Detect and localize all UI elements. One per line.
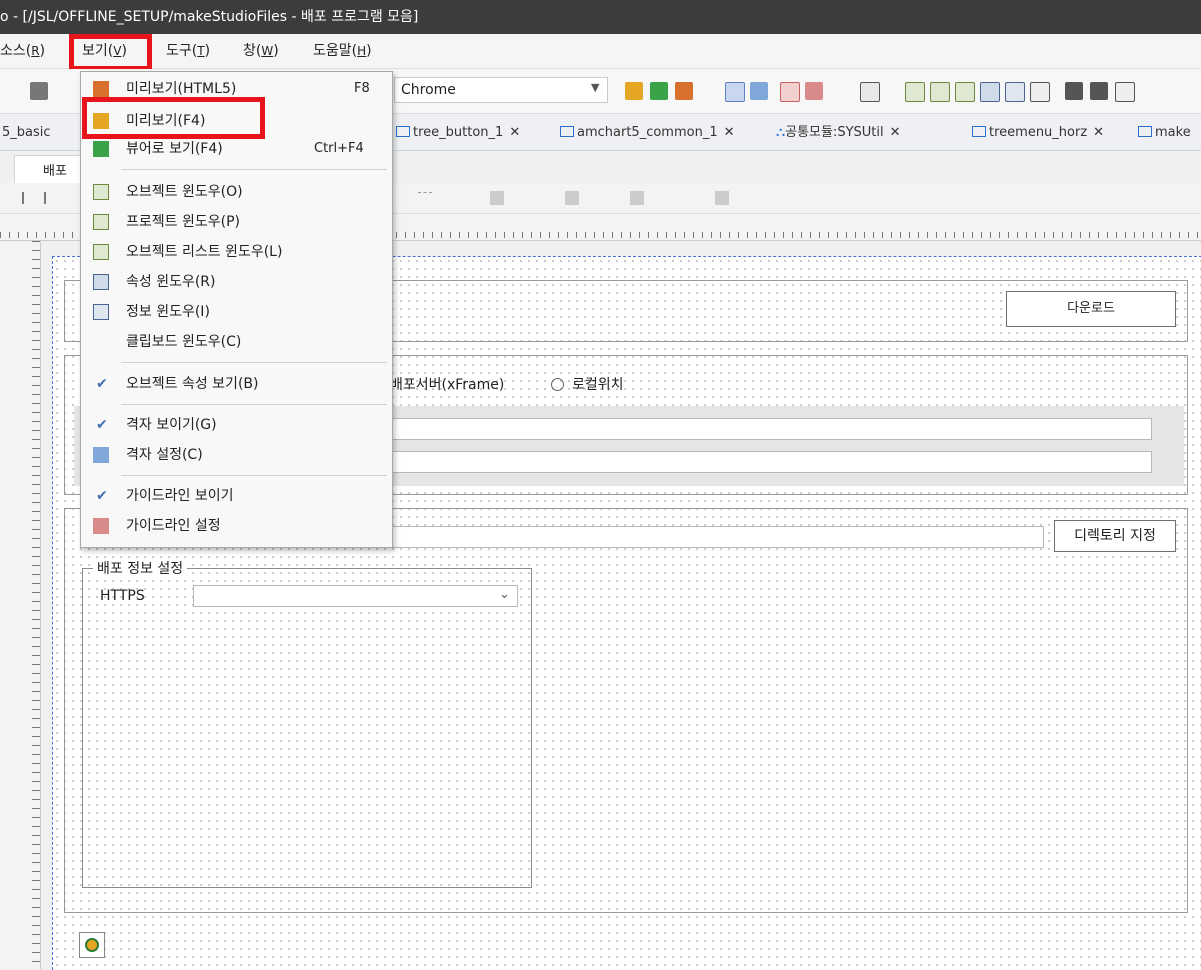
window-title: o - [/JSL/OFFLINE_SETUP/makeStudioFiles … [0,9,419,25]
tab-basic[interactable]: 5_basic [2,122,51,144]
menu-item-show-grid[interactable]: ✔ 격자 보이기(G) [81,410,392,440]
directory-input[interactable] [390,526,1044,548]
menu-separator [121,169,387,170]
grid-setting-icon [93,447,109,463]
tab-sysutil[interactable]: ⛬공통모듈:SYSUtil ✕ [776,122,901,144]
server-path-input[interactable] [390,418,1152,440]
tab-make[interactable]: make [1138,122,1191,144]
chevron-down-icon: ▼ [591,81,600,94]
object-window-icon [93,184,109,200]
subtab-deploy[interactable]: 배포 [14,155,84,184]
clipboard-tool-icon[interactable] [1030,82,1050,102]
check-icon: ✔ [96,376,108,392]
property-window-tool-icon[interactable] [980,82,1000,102]
layout-tool-icon[interactable] [1115,82,1135,102]
menu-bar: 소스(R) 보기(V) 도구(T) 창(W) 도움말(H) [0,34,1201,69]
tab-tree-button[interactable]: tree_button_1 ✕ [396,122,520,144]
menu-item-property-window[interactable]: 속성 윈도우(R) [81,267,392,297]
menu-item-grid-setting[interactable]: 격자 설정(C) [81,440,392,470]
project-window-icon [93,214,109,230]
download-button[interactable]: 다운로드 [1006,291,1176,327]
project-window-tool-icon[interactable] [930,82,950,102]
object-window-tool-icon[interactable] [905,82,925,102]
view-menu-highlight [69,34,152,71]
align-tool-icon[interactable] [1065,82,1083,100]
globe-icon [85,938,99,952]
local-path-input[interactable] [390,451,1152,473]
component-icon[interactable] [79,932,105,958]
window-title-bar: o - [/JSL/OFFLINE_SETUP/makeStudioFiles … [0,0,1201,34]
info-window-icon [93,304,109,320]
chevron-down-icon: ⌄ [499,587,510,602]
guideline-setting-icon [93,518,109,534]
size-icon[interactable] [490,191,504,205]
info-window-tool-icon[interactable] [1005,82,1025,102]
table-icon[interactable] [565,191,579,205]
menu-item-object-list-window[interactable]: 오브젝트 리스트 윈도우(L) [81,237,392,267]
form-icon [560,126,574,137]
form-icon [396,126,410,137]
label-tool-icon[interactable] [860,82,880,102]
grid-setting-tool-icon[interactable] [750,82,768,100]
property-window-icon [93,274,109,290]
guideline-toggle-icon[interactable] [780,82,800,102]
html5-tool-icon[interactable] [675,82,693,100]
distribute-tool-icon[interactable] [1090,82,1108,100]
check-icon: ✔ [96,417,108,433]
close-icon[interactable]: ✕ [1093,125,1104,140]
deploy-info-group [82,568,532,888]
grid-toggle-icon[interactable] [725,82,745,102]
menu-separator [121,475,387,476]
align-left-icon[interactable] [22,192,36,204]
object-list-window-icon [93,244,109,260]
radio-local[interactable] [551,378,564,391]
viewer-play-icon [93,141,109,157]
vertical-ruler [0,241,41,969]
guideline-setting-tool-icon[interactable] [805,82,823,100]
module-icon: ⛬ [776,125,786,140]
https-label: HTTPS [100,588,145,604]
tab-amchart[interactable]: amchart5_common_1 ✕ [560,122,735,144]
close-icon[interactable]: ✕ [890,125,901,140]
menu-separator [121,362,387,363]
menu-item-guideline-setting[interactable]: 가이드라인 설정 [81,511,392,541]
menu-item-clipboard-window[interactable]: 클립보드 윈도우(C) [81,327,392,357]
menu-window[interactable]: 창(W) [243,41,279,61]
menu-source[interactable]: 소스(R) [0,41,45,61]
object-list-tool-icon[interactable] [955,82,975,102]
menu-help[interactable]: 도움말(H) [313,41,372,61]
view-menu-dropdown: 미리보기(HTML5) F8 미리보기(F4) 뷰어로 보기(F4) Ctrl+… [80,71,393,548]
form-icon [1138,126,1152,137]
radio-local-label[interactable]: 로컬위치 [572,374,624,394]
menu-item-show-guideline[interactable]: ✔ 가이드라인 보이기 [81,481,392,511]
menu-item-project-window[interactable]: 프로젝트 윈도우(P) [81,207,392,237]
directory-button[interactable]: 디렉토리 지정 [1054,520,1176,552]
close-icon[interactable]: ✕ [509,125,520,140]
layer-icon[interactable] [715,191,729,205]
https-select[interactable]: ⌄ [193,585,518,607]
check-icon: ✔ [96,488,108,504]
menu-item-object-property-view[interactable]: ✔ 오브젝트 속성 보기(B) [81,369,392,399]
print-icon[interactable] [30,82,48,100]
spacing-icon[interactable] [418,192,432,205]
menu-separator [121,404,387,405]
tab-treemenu[interactable]: treemenu_horz ✕ [972,122,1104,144]
html5-preview-icon [93,81,109,97]
viewer-tool-icon[interactable] [650,82,668,100]
preview-item-highlight [82,97,265,139]
close-icon[interactable]: ✕ [724,125,735,140]
preview-tool-icon[interactable] [625,82,643,100]
menu-tools[interactable]: 도구(T) [166,41,210,61]
form-icon [972,126,986,137]
deploy-group-title: 배포 정보 설정 [93,558,188,578]
browser-combo[interactable]: Chrome ▼ [394,77,608,103]
menu-item-info-window[interactable]: 정보 윈도우(I) [81,297,392,327]
menu-item-object-window[interactable]: 오브젝트 윈도우(O) [81,177,392,207]
column-icon[interactable] [630,191,644,205]
radio-server-label[interactable]: 배포서버(xFrame) [390,374,504,394]
align-center-icon[interactable] [44,192,58,204]
